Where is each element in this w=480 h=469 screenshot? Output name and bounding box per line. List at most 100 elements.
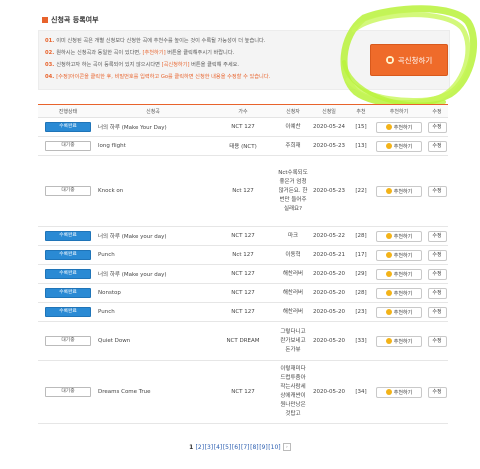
page-link[interactable]: [5] bbox=[223, 444, 232, 451]
artist-name: NCT 127 bbox=[231, 233, 255, 239]
edit-cell: 수정 bbox=[426, 140, 448, 152]
song-title[interactable]: 너의 하루 (Make your day) bbox=[98, 270, 208, 278]
table-row: 대기중 Quiet Down NCT DREAM 그렇다니고 란가보네고 돈가뷰 202… bbox=[38, 322, 448, 361]
artist-name: NCT DREAM bbox=[226, 338, 260, 344]
col-recommend: 추천하기 bbox=[389, 108, 409, 115]
recommend-button[interactable]: 추천하기 bbox=[376, 386, 422, 398]
recommend-label: 추천하기 bbox=[393, 338, 413, 345]
song-title[interactable]: Nonstop bbox=[98, 290, 208, 296]
edit-button[interactable]: 수정 bbox=[427, 230, 447, 242]
page-link[interactable]: [4] bbox=[214, 444, 223, 451]
recommend-cell: 추천하기 bbox=[372, 386, 426, 398]
song-title[interactable]: long flight bbox=[98, 143, 208, 149]
recommend-cell: 추천하기 bbox=[372, 306, 426, 318]
status-badge: 수록완료 bbox=[45, 250, 91, 260]
song-title[interactable]: 너의 하루 (Make your day) bbox=[98, 232, 208, 240]
requester-name: Nct수록되도 좋은거 엄청 많거든요. 한번만 들어주실래요? bbox=[278, 169, 308, 212]
recommend-button[interactable]: 추천하기 bbox=[376, 268, 422, 280]
edit-button[interactable]: 수정 bbox=[427, 268, 447, 280]
apply-song-button[interactable]: 곡신청하기 bbox=[370, 44, 448, 76]
page-link[interactable]: [2] bbox=[196, 444, 205, 451]
request-date: 2020-05-23 bbox=[313, 188, 345, 194]
status-cell: 대기중 bbox=[38, 387, 98, 397]
edit-button[interactable]: 수정 bbox=[427, 121, 447, 133]
status-badge: 수록완료 bbox=[45, 288, 91, 298]
page-link[interactable]: [3] bbox=[205, 444, 214, 451]
recommend-label: 추천하기 bbox=[393, 290, 413, 297]
recommend-button[interactable]: 추천하기 bbox=[376, 287, 422, 299]
recommend-button[interactable]: 추천하기 bbox=[376, 185, 422, 197]
recommend-count: [34] bbox=[355, 389, 367, 395]
recommend-label: 추천하기 bbox=[393, 389, 413, 396]
page-link[interactable]: [7] bbox=[241, 444, 250, 451]
edit-button[interactable]: 수정 bbox=[427, 287, 447, 299]
recommend-button[interactable]: 추천하기 bbox=[376, 230, 422, 242]
recommend-button[interactable]: 추천하기 bbox=[376, 140, 422, 152]
smiley-icon bbox=[385, 143, 392, 149]
table-header: 진행상태 신청곡 가수 신청자 신청일 추천 추천하기 수정 bbox=[38, 105, 448, 118]
recommend-count: [22] bbox=[355, 188, 367, 194]
page-link[interactable]: [10] bbox=[268, 444, 280, 451]
song-title[interactable]: Knock on bbox=[98, 188, 208, 194]
table-row: 수록완료 너의 하루 (Make your day) NCT 127 해찬러버 2020… bbox=[38, 265, 448, 284]
status-cell: 수록완료 bbox=[38, 250, 98, 260]
recommend-button[interactable]: 추천하기 bbox=[376, 335, 422, 347]
song-title[interactable]: 너의 하루 (Make Your Day) bbox=[98, 123, 208, 131]
recommend-label: 추천하기 bbox=[393, 233, 413, 240]
edit-button[interactable]: 수정 bbox=[427, 335, 447, 347]
requester-name: 해찬러버 bbox=[282, 289, 304, 296]
recommend-button[interactable]: 추천하기 bbox=[376, 121, 422, 133]
edit-cell: 수정 bbox=[426, 306, 448, 318]
col-status: 진행상태 bbox=[58, 108, 78, 115]
edit-cell: 수정 bbox=[426, 249, 448, 261]
recommend-cell: 추천하기 bbox=[372, 121, 426, 133]
recommend-button[interactable]: 추천하기 bbox=[376, 249, 422, 261]
edit-cell: 수정 bbox=[426, 185, 448, 197]
edit-button[interactable]: 수정 bbox=[427, 306, 447, 318]
song-title[interactable]: Quiet Down bbox=[98, 338, 208, 344]
recommend-count: [28] bbox=[355, 290, 367, 296]
col-song: 신청곡 bbox=[146, 108, 160, 115]
edit-button[interactable]: 수정 bbox=[427, 140, 447, 152]
song-title[interactable]: Dreams Come True bbox=[98, 389, 208, 395]
request-date: 2020-05-20 bbox=[313, 389, 345, 395]
edit-button[interactable]: 수정 bbox=[427, 249, 447, 261]
page-link[interactable]: [8] bbox=[250, 444, 259, 451]
section-title: 신청곡 등록여부 bbox=[51, 16, 99, 24]
song-title[interactable]: Punch bbox=[98, 309, 208, 315]
page-link[interactable]: [6] bbox=[232, 444, 241, 451]
smiley-icon bbox=[385, 290, 392, 296]
recommend-cell: 추천하기 bbox=[372, 268, 426, 280]
recommend-label: 추천하기 bbox=[393, 252, 413, 259]
artist-name: 태용 (NCT) bbox=[229, 144, 257, 150]
recommend-label: 추천하기 bbox=[393, 271, 413, 278]
status-badge: 수록완료 bbox=[45, 269, 91, 279]
artist-name: Nct 127 bbox=[232, 252, 254, 258]
recommend-label: 추천하기 bbox=[393, 309, 413, 316]
status-badge: 대기중 bbox=[45, 387, 91, 397]
status-badge: 대기중 bbox=[45, 141, 91, 151]
recommend-cell: 추천하기 bbox=[372, 140, 426, 152]
recommend-label: 추천하기 bbox=[393, 143, 413, 150]
artist-name: NCT 127 bbox=[231, 271, 255, 277]
page-link[interactable]: [9] bbox=[259, 444, 268, 451]
song-title[interactable]: Punch bbox=[98, 252, 208, 258]
smiley-icon bbox=[385, 338, 392, 344]
pagination: 1 [2][3][4][5][6][7][8][9][10] › bbox=[0, 443, 480, 451]
request-date: 2020-05-23 bbox=[313, 143, 345, 149]
smiley-icon bbox=[385, 271, 392, 277]
requester-name: 그렇다니고 란가보네고 돈가뷰 bbox=[280, 328, 306, 353]
edit-cell: 수정 bbox=[426, 287, 448, 299]
next-page-icon[interactable]: › bbox=[282, 443, 291, 451]
edit-button[interactable]: 수정 bbox=[427, 185, 447, 197]
col-date: 신청일 bbox=[322, 108, 336, 115]
recommend-label: 추천하기 bbox=[393, 188, 413, 195]
recommend-count: [17] bbox=[355, 252, 367, 258]
recommend-button[interactable]: 추천하기 bbox=[376, 306, 422, 318]
col-edit: 수정 bbox=[432, 108, 442, 115]
edit-button[interactable]: 수정 bbox=[427, 386, 447, 398]
request-date: 2020-05-20 bbox=[313, 309, 345, 315]
col-artist: 가수 bbox=[238, 108, 248, 115]
request-date: 2020-05-20 bbox=[313, 338, 345, 344]
edit-cell: 수정 bbox=[426, 230, 448, 242]
